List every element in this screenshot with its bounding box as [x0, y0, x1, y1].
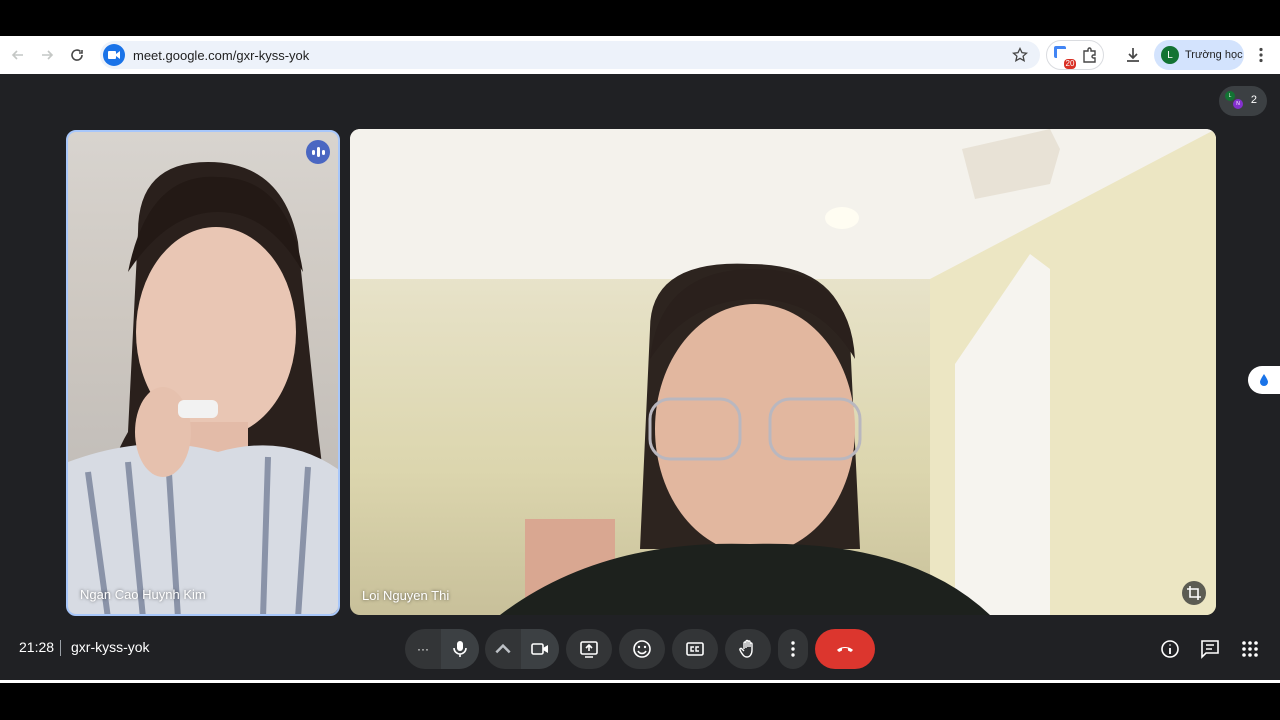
- captions-icon: [686, 642, 704, 656]
- side-panel-chip[interactable]: [1248, 366, 1280, 394]
- meet-stage: L N 2 Ngan Cao Huynh Kim Loi Nguyen Thi …: [0, 74, 1280, 680]
- captions-button[interactable]: [672, 629, 718, 669]
- present-screen-icon: [580, 641, 598, 658]
- participant-name: Loi Nguyen Thi: [362, 588, 450, 603]
- meet-site-icon: [103, 44, 125, 66]
- participant-tile-loi[interactable]: Loi Nguyen Thi: [350, 129, 1216, 615]
- mic-button[interactable]: [441, 629, 479, 669]
- bookmark-star-icon[interactable]: [1012, 47, 1028, 63]
- chevron-up-icon: [495, 643, 511, 654]
- crop-icon: [1187, 586, 1201, 600]
- participant-name: Ngan Cao Huynh Kim: [80, 587, 206, 602]
- divider: [60, 640, 61, 656]
- browser-toolbar: meet.google.com/gxr-kyss-yok 20 L Trường…: [0, 36, 1280, 74]
- more-audio-options-button[interactable]: ···: [405, 642, 441, 656]
- extension-badge: 20: [1063, 59, 1077, 69]
- mic-group: ···: [405, 629, 479, 669]
- raise-hand-button[interactable]: [725, 629, 771, 669]
- arrow-right-icon: [42, 50, 54, 60]
- window-divider: [0, 680, 1280, 683]
- profile-button[interactable]: L Trường học: [1154, 40, 1244, 70]
- back-button[interactable]: [3, 40, 33, 70]
- speaking-indicator: [306, 140, 330, 164]
- extensions-group: 20: [1046, 40, 1104, 70]
- leave-call-button[interactable]: [815, 629, 875, 669]
- emoji-icon: [633, 640, 651, 658]
- hand-icon: [739, 639, 753, 658]
- phone-hangup-icon: [837, 647, 853, 652]
- reload-icon: [71, 49, 83, 61]
- arrow-left-icon: [11, 50, 23, 60]
- more-video-options-button[interactable]: [485, 639, 521, 659]
- participants-count: 2: [1250, 94, 1257, 106]
- camera-button[interactable]: [521, 629, 559, 669]
- microphone-icon: [453, 641, 467, 657]
- reload-button[interactable]: [62, 40, 92, 70]
- forward-button[interactable]: [32, 40, 62, 70]
- camera-icon: [531, 643, 548, 655]
- calendar-extension[interactable]: 20: [1052, 45, 1077, 69]
- more-options-button[interactable]: [778, 629, 808, 669]
- camera-group: [485, 629, 559, 669]
- participant-video-1: [68, 162, 338, 614]
- participant-tile-ngan[interactable]: Ngan Cao Huynh Kim: [66, 130, 340, 616]
- participant-video-2: [350, 129, 1216, 615]
- info-icon[interactable]: [1159, 638, 1181, 660]
- frame-button[interactable]: [1182, 581, 1206, 605]
- present-button[interactable]: [566, 629, 612, 669]
- browser-menu-icon[interactable]: [1252, 46, 1270, 64]
- reactions-button[interactable]: [619, 629, 665, 669]
- puzzle-icon[interactable]: [1081, 46, 1099, 64]
- download-icon[interactable]: [1124, 46, 1142, 64]
- meeting-clock: 21:28: [19, 639, 55, 655]
- url-text: meet.google.com/gxr-kyss-yok: [133, 47, 310, 63]
- activities-grid-icon[interactable]: [1239, 638, 1261, 660]
- more-vert-icon: [791, 641, 795, 657]
- participant-avatar-n: N: [1233, 99, 1243, 109]
- participants-indicator[interactable]: L N 2: [1219, 86, 1267, 116]
- droplet-icon: [1260, 374, 1268, 386]
- profile-name: Trường học: [1185, 49, 1243, 61]
- avatar: L: [1161, 46, 1179, 64]
- address-bar[interactable]: meet.google.com/gxr-kyss-yok: [100, 41, 1040, 69]
- chat-icon[interactable]: [1199, 638, 1221, 660]
- meeting-code: gxr-kyss-yok: [71, 639, 150, 655]
